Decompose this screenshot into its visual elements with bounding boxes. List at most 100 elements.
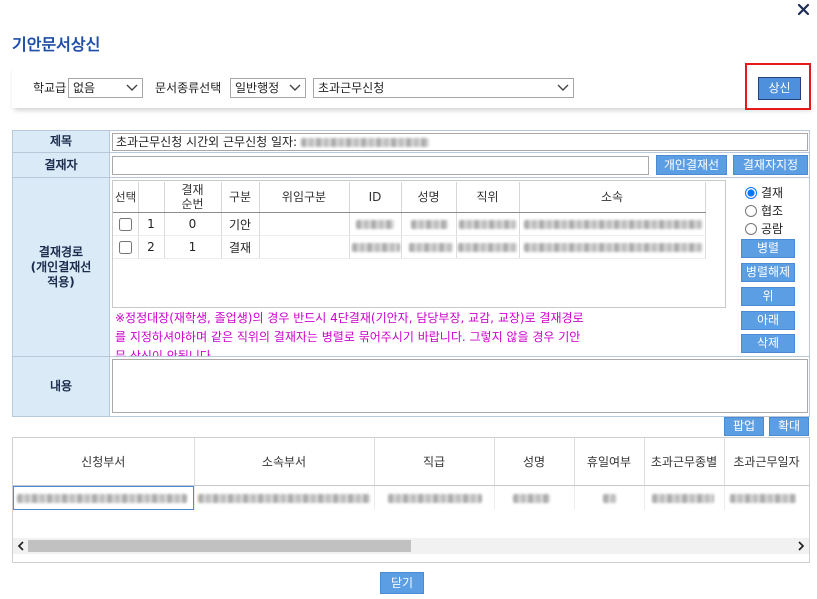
grid-header-name[interactable]: 성명 bbox=[494, 438, 575, 486]
subject-value: 초과근무신청 시간외 근무신청 일자: bbox=[116, 135, 298, 149]
approver-row: 결재자 개인결재선 결재자지정 bbox=[13, 153, 809, 178]
move-down-button[interactable]: 아래 bbox=[741, 311, 795, 330]
subject-input[interactable]: 초과근무신청 시간외 근무신청 일자: bbox=[112, 133, 808, 151]
grid-cell[interactable] bbox=[194, 485, 375, 510]
grid-header-overtime-type[interactable]: 초과근무종별 bbox=[644, 438, 725, 486]
submit-button[interactable]: 상신 bbox=[758, 77, 801, 100]
dialog-title: 기안문서상신 bbox=[12, 35, 101, 54]
redacted-value bbox=[651, 494, 714, 503]
approval-cell-name bbox=[401, 235, 457, 259]
redacted-value bbox=[387, 494, 482, 503]
approval-cell-affiliation bbox=[519, 212, 706, 236]
redacted-value bbox=[408, 243, 453, 252]
approval-row[interactable]: 1 0 기안 bbox=[113, 212, 706, 236]
redacted-value bbox=[17, 494, 187, 503]
content-label: 내용 bbox=[13, 357, 110, 416]
chevron-right-icon[interactable] bbox=[796, 541, 806, 551]
horizontal-scrollbar[interactable] bbox=[13, 538, 809, 554]
grid-header-rank[interactable]: 직급 bbox=[374, 438, 495, 486]
radio-approve-label: 결재 bbox=[761, 186, 784, 200]
parallel-button[interactable]: 병렬 bbox=[741, 239, 795, 258]
approval-path-row: 결재경로 (개인결재선 적용) 선택 결재 순번 구분 위임구분 ID 성명 직… bbox=[13, 178, 809, 357]
redacted-value bbox=[301, 138, 430, 147]
approval-cell-id bbox=[349, 212, 402, 236]
approver-label: 결재자 bbox=[13, 153, 110, 177]
overtime-table: 신청부서 소속부서 직급 성명 휴일여부 초과근무종별 초과근무일자 bbox=[13, 438, 809, 510]
radio-circulate-label: 공람 bbox=[761, 222, 784, 236]
approval-cell-sequence: 1 bbox=[164, 235, 222, 259]
redacted-value bbox=[602, 494, 616, 503]
unparallel-button[interactable]: 병렬해제 bbox=[741, 263, 795, 282]
personal-approval-line-button[interactable]: 개인결재선 bbox=[656, 155, 727, 175]
chevron-down-icon bbox=[126, 84, 138, 91]
chevron-left-icon[interactable] bbox=[16, 541, 26, 551]
redacted-value bbox=[512, 494, 550, 503]
redacted-value bbox=[729, 494, 796, 503]
scrollbar-thumb[interactable] bbox=[28, 540, 411, 552]
approval-cell-position bbox=[456, 235, 520, 259]
approval-type-approve[interactable]: 결재 bbox=[745, 184, 783, 202]
close-icon[interactable] bbox=[797, 3, 810, 16]
radio-cooperate-label: 협조 bbox=[761, 204, 784, 218]
popup-button[interactable]: 팝업 bbox=[724, 417, 764, 436]
radio-cooperate[interactable] bbox=[745, 205, 757, 217]
radio-approve[interactable] bbox=[745, 187, 757, 199]
approval-type-cooperate[interactable]: 협조 bbox=[745, 202, 783, 220]
table-row[interactable] bbox=[13, 485, 809, 510]
grid-header-holiday[interactable]: 휴일여부 bbox=[574, 438, 645, 486]
approver-input[interactable] bbox=[112, 156, 649, 175]
close-button[interactable]: 닫기 bbox=[380, 572, 424, 594]
header-position: 직위 bbox=[456, 182, 520, 213]
school-level-select[interactable]: 없음 bbox=[68, 78, 143, 98]
approval-cell-delegation bbox=[259, 212, 350, 236]
approval-cell-number: 2 bbox=[138, 235, 165, 259]
grid-header-affiliation-dept[interactable]: 소속부서 bbox=[194, 438, 375, 486]
grid-cell[interactable] bbox=[644, 485, 725, 510]
expand-button[interactable]: 확대 bbox=[769, 417, 809, 436]
row-checkbox[interactable] bbox=[118, 218, 132, 231]
redacted-value bbox=[355, 220, 394, 229]
document-form-select[interactable]: 초과근무신청 bbox=[313, 78, 574, 98]
approval-row[interactable]: 2 1 결재 bbox=[113, 235, 706, 259]
approval-notice: ※정정대장(재학생, 졸업생)의 경우 반드시 4단결재(기안자, 담당부장, … bbox=[115, 311, 584, 356]
approval-cell-select bbox=[113, 235, 139, 259]
grid-cell[interactable] bbox=[13, 485, 195, 510]
delete-button[interactable]: 삭제 bbox=[741, 334, 795, 353]
approval-cell-type: 기안 bbox=[221, 212, 260, 236]
redacted-value bbox=[410, 220, 448, 229]
header-affiliation: 소속 bbox=[519, 182, 706, 213]
approval-cell-select bbox=[113, 212, 139, 236]
grid-cell[interactable] bbox=[574, 485, 645, 510]
document-type-label: 문서종류선택 bbox=[155, 81, 222, 95]
approval-cell-delegation bbox=[259, 235, 350, 259]
grid-cell[interactable] bbox=[494, 485, 575, 510]
redacted-value bbox=[458, 220, 516, 229]
grid-cell[interactable] bbox=[724, 485, 809, 510]
grid-cell[interactable] bbox=[374, 485, 495, 510]
move-up-button[interactable]: 위 bbox=[741, 287, 795, 306]
redacted-value bbox=[523, 220, 702, 229]
header-select[interactable]: 선택 bbox=[113, 182, 139, 213]
document-type-toolbar: 학교급 없음 문서종류선택 일반행정 초과근무신청 상신 bbox=[12, 63, 812, 110]
approval-cell-number: 1 bbox=[138, 212, 165, 236]
subject-row: 제목 초과근무신청 시간외 근무신청 일자: bbox=[13, 131, 809, 153]
document-type-select[interactable]: 일반행정 bbox=[230, 78, 306, 98]
approval-cell-affiliation bbox=[519, 235, 706, 259]
row-checkbox[interactable] bbox=[118, 241, 132, 254]
approval-path-label: 결재경로 (개인결재선 적용) bbox=[13, 178, 110, 356]
chevron-down-icon bbox=[289, 84, 301, 91]
approval-cell-id bbox=[349, 235, 402, 259]
content-textarea[interactable] bbox=[112, 359, 808, 413]
approval-header-row: 선택 결재 순번 구분 위임구분 ID 성명 직위 소속 bbox=[113, 182, 706, 213]
grid-header-request-dept[interactable]: 신청부서 bbox=[13, 438, 195, 486]
assign-approver-button[interactable]: 결재자지정 bbox=[733, 155, 808, 175]
radio-circulate[interactable] bbox=[745, 223, 757, 235]
school-level-label: 학교급 bbox=[33, 81, 67, 95]
grid-header-overtime-date[interactable]: 초과근무일자 bbox=[724, 438, 809, 486]
approval-type-circulate[interactable]: 공람 bbox=[745, 220, 783, 238]
document-type-value: 일반행정 bbox=[235, 81, 280, 95]
grid-header-row: 신청부서 소속부서 직급 성명 휴일여부 초과근무종별 초과근무일자 bbox=[13, 438, 809, 486]
redacted-value bbox=[523, 243, 702, 252]
header-row-number bbox=[138, 182, 165, 213]
header-delegation: 위임구분 bbox=[259, 182, 350, 213]
